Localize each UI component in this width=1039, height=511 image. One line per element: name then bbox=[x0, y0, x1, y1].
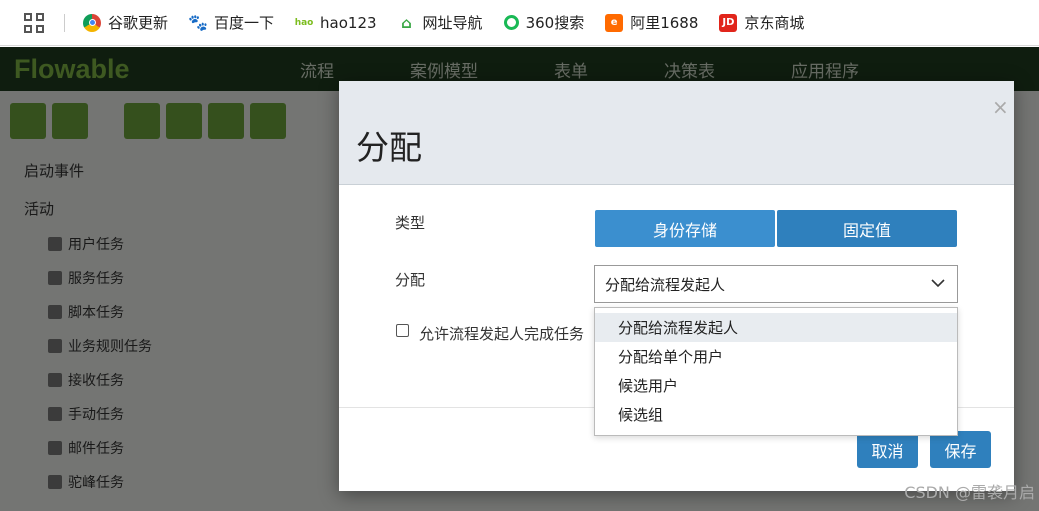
bookmark-baidu[interactable]: 🐾 百度一下 bbox=[188, 12, 275, 33]
bookmarks-bar: 谷歌更新 🐾 百度一下 hao hao123 ⌂ 网址导航 360搜索 e 阿里… bbox=[0, 0, 1039, 46]
close-icon[interactable]: × bbox=[992, 95, 1014, 119]
alibaba-1688-icon: e bbox=[605, 13, 624, 32]
bookmark-label: 阿里1688 bbox=[630, 14, 699, 32]
jd-icon: JD bbox=[719, 13, 738, 32]
bookmark-hao123[interactable]: hao hao123 bbox=[295, 14, 377, 32]
type-label: 类型 bbox=[395, 214, 426, 232]
modal-header: 分配 × bbox=[339, 81, 1014, 185]
bookmark-label: 京东商城 bbox=[744, 14, 805, 32]
360-search-icon bbox=[503, 15, 519, 30]
bookmark-separator bbox=[64, 13, 65, 32]
bookmark-chrome-update[interactable]: 谷歌更新 bbox=[83, 12, 168, 33]
assignment-select-value: 分配给流程发起人 bbox=[605, 275, 726, 294]
bookmark-label: 谷歌更新 bbox=[108, 14, 169, 32]
bookmark-label: 百度一下 bbox=[214, 14, 275, 32]
bookmark-jd[interactable]: JD 京东商城 bbox=[719, 12, 804, 33]
apps-grid-icon[interactable] bbox=[24, 12, 44, 33]
assignment-dropdown-list: 分配给流程发起人 分配给单个用户 候选用户 候选组 bbox=[594, 307, 958, 436]
fixed-value-button[interactable]: 固定值 bbox=[777, 210, 957, 247]
dropdown-option[interactable]: 候选用户 bbox=[595, 371, 957, 400]
bookmark-label: hao123 bbox=[320, 13, 377, 32]
bookmark-alibaba-1688[interactable]: e 阿里1688 bbox=[605, 12, 698, 33]
cancel-button[interactable]: 取消 bbox=[857, 431, 918, 468]
bookmark-label: 网址导航 bbox=[422, 14, 483, 32]
dropdown-option[interactable]: 分配给单个用户 bbox=[595, 342, 957, 371]
chevron-down-icon bbox=[931, 279, 945, 288]
chrome-icon bbox=[83, 13, 101, 32]
dropdown-option[interactable]: 分配给流程发起人 bbox=[595, 313, 957, 342]
dropdown-option[interactable]: 候选组 bbox=[595, 400, 957, 429]
hao123-icon: hao bbox=[294, 17, 314, 28]
bookmark-2345-nav[interactable]: ⌂ 网址导航 bbox=[398, 12, 483, 33]
save-button[interactable]: 保存 bbox=[930, 431, 991, 468]
assignment-select[interactable]: 分配给流程发起人 bbox=[594, 265, 958, 303]
allow-initiator-label: 允许流程发起人完成任务 bbox=[419, 325, 585, 343]
bookmark-label: 360搜索 bbox=[525, 14, 585, 32]
assign-label: 分配 bbox=[395, 271, 426, 289]
house-2345-icon: ⌂ bbox=[401, 13, 412, 32]
watermark: CSDN @雷袭月启 bbox=[904, 483, 1035, 502]
allow-initiator-checkbox[interactable] bbox=[396, 324, 409, 337]
modal-title: 分配 bbox=[356, 128, 422, 167]
identity-store-button[interactable]: 身份存储 bbox=[595, 210, 775, 247]
bookmark-360-search[interactable]: 360搜索 bbox=[503, 12, 585, 33]
baidu-paw-icon: 🐾 bbox=[188, 13, 208, 32]
